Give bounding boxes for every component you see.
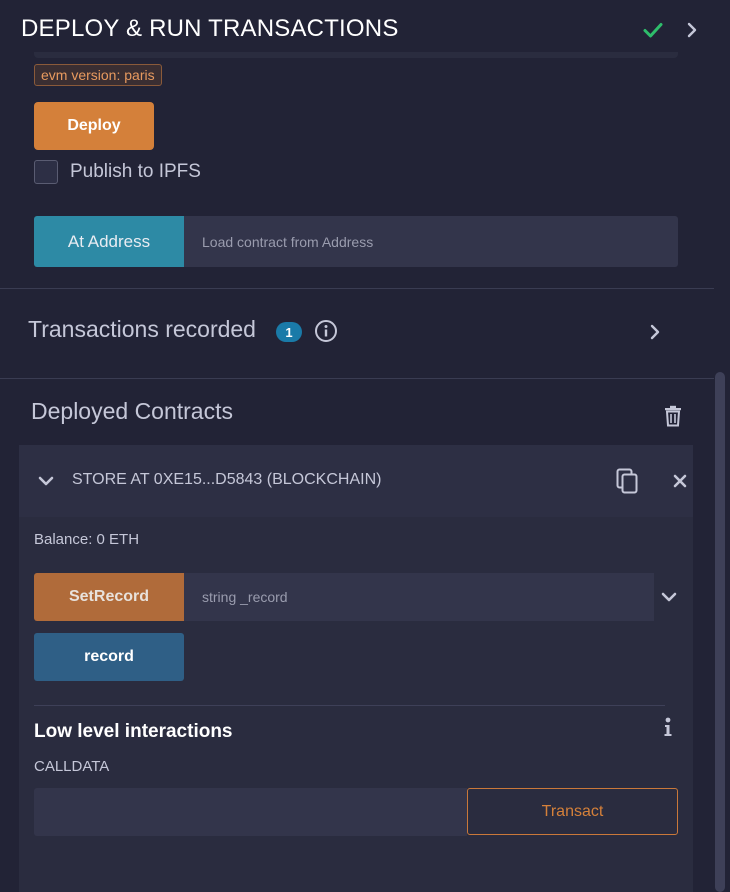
chevron-down-icon[interactable] [37,474,55,488]
contract-balance: Balance: 0 ETH [34,531,140,548]
close-icon[interactable] [672,473,688,489]
check-icon [643,23,663,38]
chevron-down-icon[interactable] [660,591,678,603]
at-address-button[interactable]: At Address [34,216,184,267]
contract-header[interactable]: STORE AT 0XE15...D5843 (BLOCKCHAIN) [19,445,693,517]
section-divider [0,378,714,379]
deploy-run-panel: DEPLOY & RUN TRANSACTIONS evm version: p… [0,0,730,892]
trash-icon[interactable] [663,405,683,427]
info-circle-icon[interactable] [314,319,338,343]
deploy-button[interactable]: Deploy [34,102,154,150]
scrollbar-thumb[interactable] [715,372,725,892]
panel-header: DEPLOY & RUN TRANSACTIONS [0,0,730,58]
header-underline [34,52,678,58]
contract-name: STORE AT 0XE15...D5843 (BLOCKCHAIN) [72,471,382,488]
deployed-contract-card: STORE AT 0XE15...D5843 (BLOCKCHAIN) Bala… [19,445,693,892]
setrecord-input[interactable] [184,573,654,621]
publish-ipfs-label: Publish to IPFS [70,161,201,182]
evm-version-badge: evm version: paris [34,64,162,86]
chevron-right-icon[interactable] [685,21,699,39]
chevron-right-icon[interactable] [648,323,662,341]
record-button[interactable]: record [34,633,184,681]
setrecord-button[interactable]: SetRecord [34,573,184,621]
low-level-divider [34,705,665,706]
transact-button[interactable]: Transact [467,788,678,835]
deployed-contracts-title: Deployed Contracts [31,398,233,424]
calldata-input[interactable] [34,788,467,836]
section-divider [0,288,714,289]
calldata-label: CALLDATA [34,758,110,775]
low-level-title: Low level interactions [34,721,233,742]
at-address-input[interactable] [184,216,678,267]
copy-icon[interactable] [616,468,638,494]
transactions-recorded-title[interactable]: Transactions recorded [28,316,256,343]
info-icon[interactable] [663,717,673,737]
panel-title: DEPLOY & RUN TRANSACTIONS [21,15,399,42]
publish-ipfs-checkbox[interactable] [34,160,58,184]
transactions-count-badge: 1 [276,322,302,342]
